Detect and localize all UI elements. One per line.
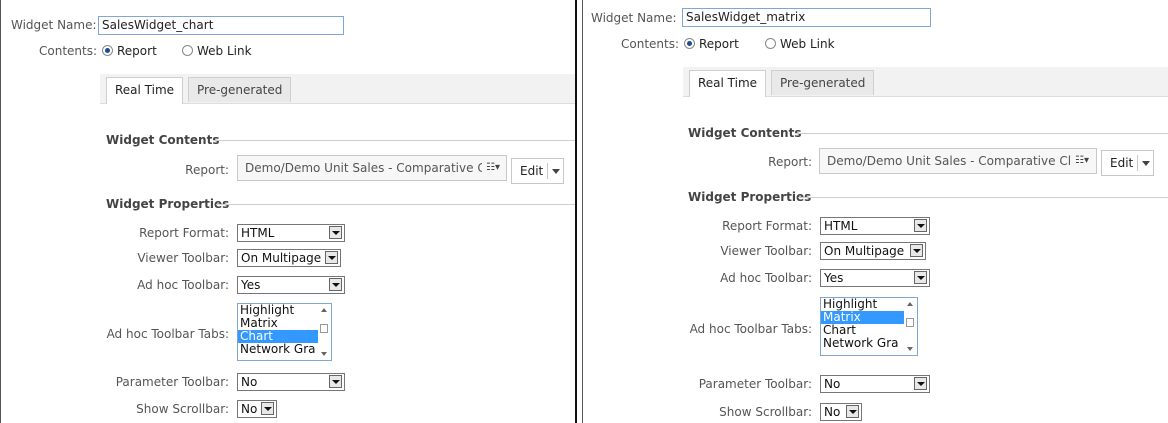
widget-properties-heading: Widget Properties [688, 190, 812, 204]
report-label: Report: [768, 155, 812, 169]
widget-contents-heading: Widget Contents [688, 126, 802, 140]
viewer-toolbar-label: Viewer Toolbar: [720, 244, 812, 258]
report-format-label: Report Format: [722, 219, 812, 233]
weblink-radio[interactable]: Web Link [182, 44, 252, 58]
parameter-toolbar-select[interactable]: No [237, 373, 345, 391]
split-divider [547, 163, 548, 179]
tab-pre-generated[interactable]: Pre-generated [188, 77, 292, 102]
dropdown-arrow-icon[interactable] [914, 271, 927, 284]
adhoc-toolbar-select[interactable]: Yes [820, 269, 930, 287]
section-divider [213, 140, 575, 141]
report-radio[interactable]: Report [102, 44, 157, 58]
adhoc-toolbar-label: Ad hoc Toolbar: [720, 271, 812, 285]
adhoc-tabs-listbox[interactable]: Highlight Matrix Chart Network Gra [237, 303, 332, 361]
parameter-toolbar-label: Parameter Toolbar: [115, 375, 229, 389]
adhoc-toolbar-select[interactable]: Yes [237, 276, 345, 294]
adhoc-toolbar-label: Ad hoc Toolbar: [137, 278, 229, 292]
dropdown-arrow-icon[interactable] [914, 219, 927, 232]
widget-name-label: Widget Name: [11, 18, 97, 32]
scroll-down-icon[interactable] [321, 352, 327, 356]
tab-real-time[interactable]: Real Time [689, 70, 767, 97]
dropdown-arrow-icon[interactable] [910, 244, 923, 257]
tab-real-time[interactable]: Real Time [106, 77, 184, 104]
dropdown-arrow-icon[interactable] [329, 278, 342, 291]
edit-button[interactable]: Edit [1101, 150, 1154, 176]
weblink-radio[interactable]: Web Link [765, 37, 835, 51]
report-label: Report: [185, 163, 229, 177]
widget-editor-panel-chart: Widget Name: SalesWidget_chart Contents:… [0, 0, 577, 423]
report-path: Demo/Demo Unit Sales - Comparative Cl [245, 161, 482, 175]
report-format-label: Report Format: [139, 226, 229, 240]
dropdown-arrow-icon[interactable] [329, 226, 342, 239]
adhoc-tabs-label: Ad hoc Toolbar Tabs: [106, 327, 229, 341]
radio-unselected-icon [765, 38, 776, 49]
viewer-toolbar-select[interactable]: On Multipage [237, 249, 341, 267]
dropdown-arrow-icon[interactable] [325, 251, 338, 264]
scroll-up-icon[interactable] [907, 302, 913, 306]
widget-properties-heading: Widget Properties [106, 197, 230, 211]
report-format-select[interactable]: HTML [237, 224, 345, 242]
chevron-down-icon[interactable] [1142, 161, 1150, 166]
scroll-grip-icon[interactable] [906, 318, 914, 327]
viewer-toolbar-select[interactable]: On Multipage [820, 242, 926, 260]
tab-pre-generated[interactable]: Pre-generated [771, 70, 875, 95]
contents-label: Contents: [39, 44, 98, 58]
listbox-scrollbar[interactable] [904, 298, 917, 355]
tab-bar: Real Time Pre-generated [100, 74, 575, 104]
split-divider [1137, 155, 1138, 171]
radio-unselected-icon [182, 45, 193, 56]
section-divider [795, 133, 1168, 134]
tree-browse-icon[interactable]: ☷▾ [1075, 153, 1092, 169]
show-scrollbar-label: Show Scrollbar: [136, 402, 229, 416]
tab-bar: Real Time Pre-generated [683, 67, 1168, 97]
show-scrollbar-select[interactable]: No [820, 403, 862, 421]
scroll-grip-icon[interactable] [320, 324, 328, 333]
widget-contents-heading: Widget Contents [106, 133, 220, 147]
viewer-toolbar-label: Viewer Toolbar: [137, 251, 229, 265]
chevron-down-icon[interactable] [552, 169, 560, 174]
adhoc-tabs-label: Ad hoc Toolbar Tabs: [689, 322, 812, 336]
widget-name-label: Widget Name: [591, 11, 677, 25]
parameter-toolbar-label: Parameter Toolbar: [698, 377, 812, 391]
scroll-up-icon[interactable] [321, 308, 327, 312]
scroll-down-icon[interactable] [907, 347, 913, 351]
report-radio[interactable]: Report [684, 37, 739, 51]
dropdown-arrow-icon[interactable] [329, 375, 342, 388]
adhoc-tabs-listbox[interactable]: Highlight Matrix Chart Network Gra [820, 297, 918, 356]
widget-name-input[interactable]: SalesWidget_chart [98, 16, 344, 35]
report-picker[interactable]: Demo/Demo Unit Sales - Comparative Cl ☷▾ [819, 148, 1097, 174]
report-format-select[interactable]: HTML [820, 217, 930, 235]
dropdown-arrow-icon[interactable] [846, 405, 859, 418]
radio-selected-icon [684, 38, 695, 49]
report-picker[interactable]: Demo/Demo Unit Sales - Comparative Cl ☷▾ [237, 155, 507, 181]
dropdown-arrow-icon[interactable] [914, 377, 927, 390]
section-divider [798, 197, 1168, 198]
parameter-toolbar-select[interactable]: No [820, 375, 930, 393]
edit-button[interactable]: Edit [511, 158, 564, 184]
report-path: Demo/Demo Unit Sales - Comparative Cl [827, 154, 1072, 168]
dropdown-arrow-icon[interactable] [261, 402, 274, 415]
widget-name-input[interactable]: SalesWidget_matrix [682, 8, 931, 27]
tree-browse-icon[interactable]: ☷▾ [486, 160, 503, 176]
show-scrollbar-label: Show Scrollbar: [719, 405, 812, 419]
radio-selected-icon [102, 45, 113, 56]
section-divider [216, 204, 575, 205]
widget-editor-panel-matrix: Widget Name: SalesWidget_matrix Contents… [582, 0, 1168, 423]
show-scrollbar-select[interactable]: No [237, 400, 277, 418]
contents-label: Contents: [621, 37, 680, 51]
listbox-scrollbar[interactable] [318, 304, 331, 360]
list-option[interactable]: Network Gra [821, 337, 917, 350]
